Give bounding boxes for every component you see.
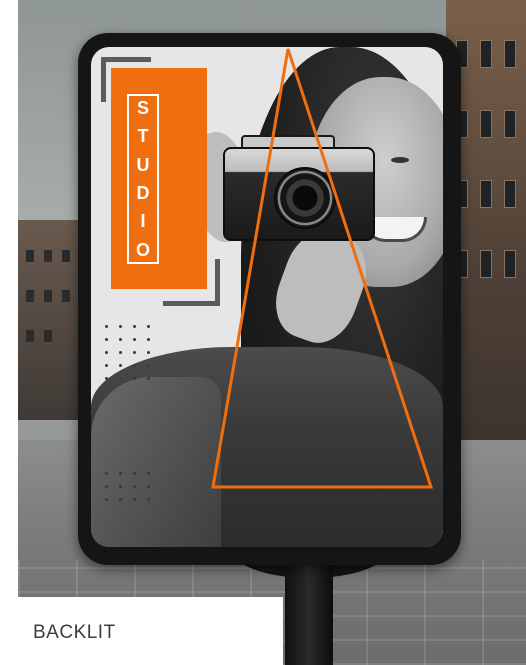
stand-pole (285, 555, 333, 665)
left-building (18, 220, 78, 420)
dot-grid-bottom (105, 472, 161, 511)
poster-mockup-scene: S T U D I O BACKLIT (0, 0, 526, 665)
caption-label: BACKLIT (33, 622, 116, 643)
poster-artwork: S T U D I O (91, 47, 443, 547)
dot-grid-top (105, 325, 161, 390)
